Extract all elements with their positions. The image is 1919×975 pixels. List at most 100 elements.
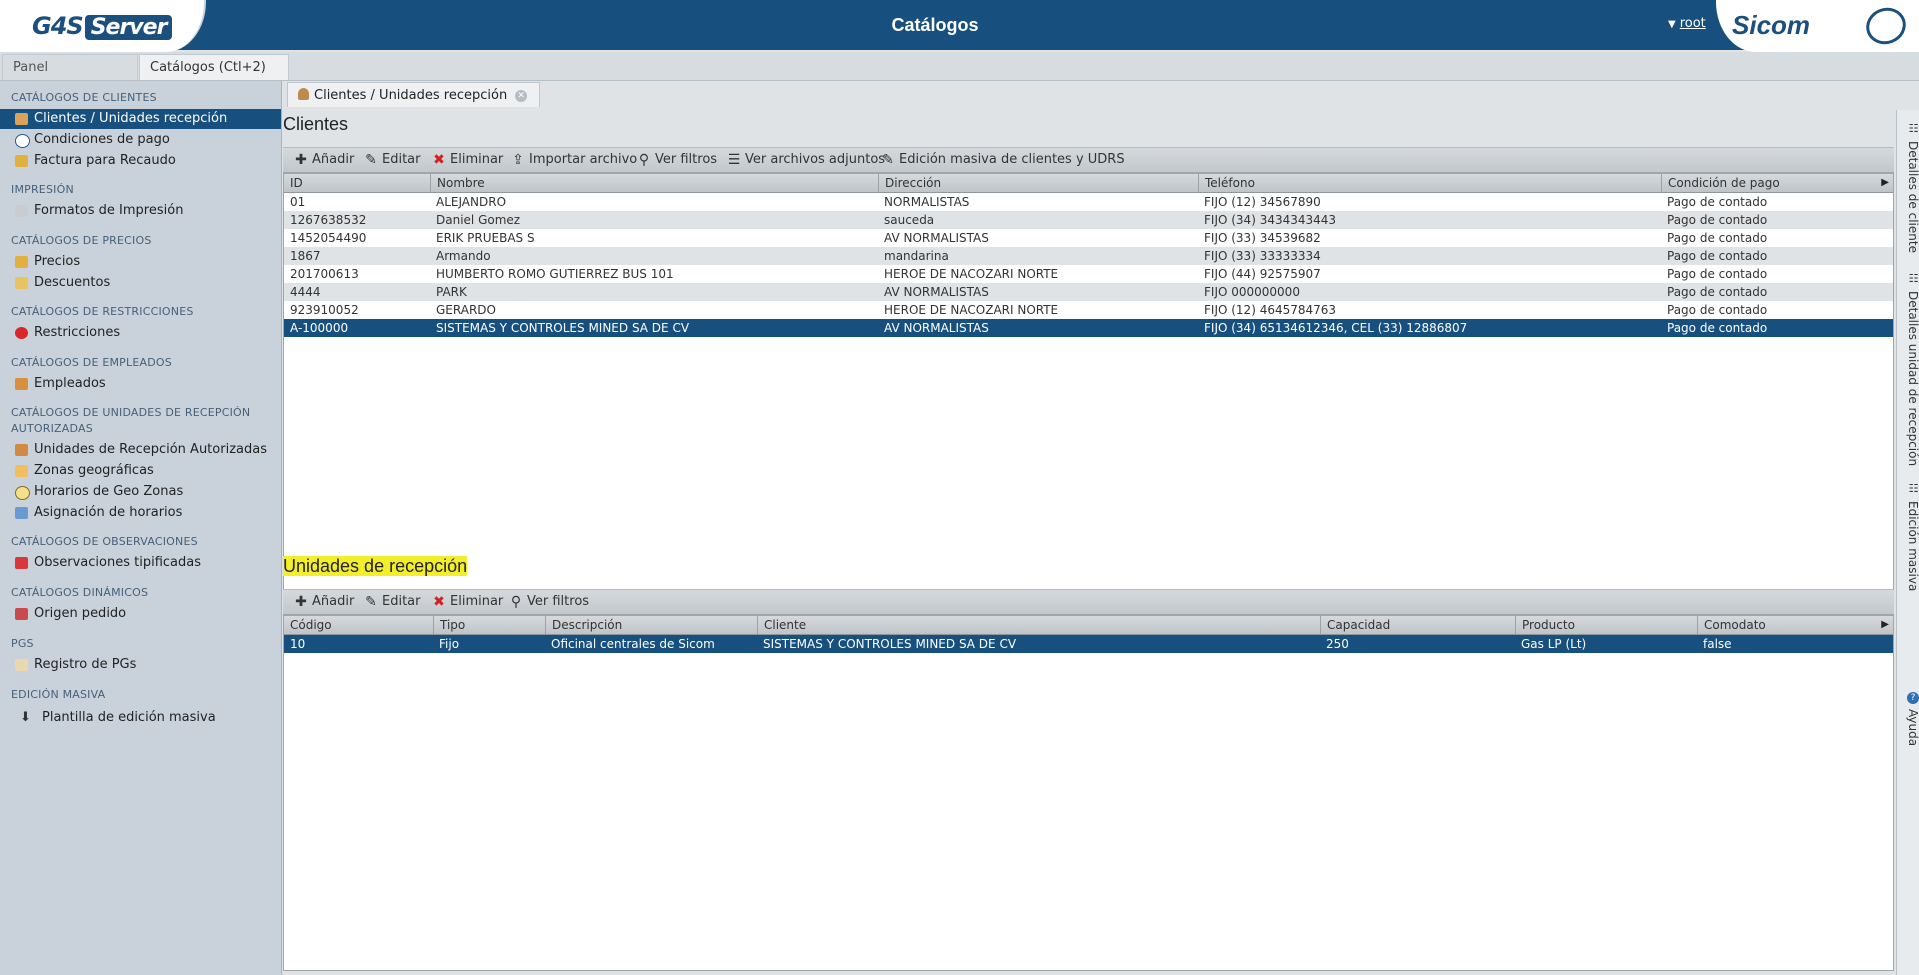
column-header-telefono[interactable]: Teléfono [1198, 174, 1661, 192]
table-cell: Pago de contado [1667, 303, 1768, 317]
table-cell: Oficinal centrales de Sicom [551, 637, 715, 651]
table-cell: Pago de contado [1667, 195, 1768, 209]
add-button[interactable]: ✚ Añadir [290, 148, 354, 172]
clientes-title: Clientes [283, 114, 349, 134]
sidebar-item-observaciones[interactable]: Observaciones tipificadas [0, 553, 281, 573]
bulk-edit-button[interactable]: ✎ Edición masiva de clientes y UDRS [877, 148, 1124, 172]
view-attachments-button[interactable]: ☰ Ver archivos adjuntos [723, 148, 885, 172]
import-file-button[interactable]: ⇪ Importar archivo [507, 148, 637, 172]
clock-icon [15, 134, 30, 148]
sidebar-item-origen-pedido[interactable]: Origen pedido [0, 604, 281, 624]
delete-button[interactable]: ✖ Eliminar [428, 148, 503, 172]
table-cell: ERIK PRUEBAS S [436, 231, 535, 245]
sidebar-item-asignacion-horarios[interactable]: Asignación de horarios [0, 503, 281, 523]
column-header-direccion[interactable]: Dirección [878, 174, 1198, 192]
tab-detalles-cliente[interactable]: ☷Detalles de cliente [1898, 122, 1919, 253]
table-row[interactable]: 10 Fijo Oficinal centrales de Sicom SISTEMA… [284, 635, 1893, 653]
help-icon: ? [1907, 692, 1919, 704]
edit-button[interactable]: ✎ Editar [360, 148, 420, 172]
table-cell: HEROE DE NACOZARI NORTE [884, 267, 1059, 281]
app-header: G4S Server Catálogos ▼ root Sicom [0, 0, 1919, 52]
table-cell: HEROE DE NACOZARI NORTE [884, 303, 1059, 317]
column-header-producto[interactable]: Producto [1515, 616, 1697, 634]
sidebar-item-clientes[interactable]: Clientes / Unidades recepción [0, 109, 281, 129]
table-cell: ALEJANDRO [436, 195, 507, 209]
price-icon [15, 256, 28, 268]
sidebar-item-empleados[interactable]: Empleados [0, 374, 281, 394]
tab-edicion-masiva[interactable]: ☷Edición masiva [1898, 482, 1919, 591]
column-header-capacidad[interactable]: Capacidad [1320, 616, 1515, 634]
view-filters-button[interactable]: ⚲ Ver filtros [633, 148, 717, 172]
sidebar-item-precios[interactable]: Precios [0, 252, 281, 272]
clientes-grid: ID Nombre Dirección Teléfono Condición d… [283, 173, 1894, 618]
column-header-nombre[interactable]: Nombre [430, 174, 878, 192]
column-header-codigo[interactable]: Código [284, 616, 433, 634]
printer-icon [15, 205, 28, 217]
restriction-icon [15, 327, 28, 339]
list-icon: ☰ [727, 152, 741, 168]
sidebar-item-condiciones-pago[interactable]: Condiciones de pago [0, 130, 281, 150]
import-icon: ⇪ [512, 152, 524, 168]
tab-ayuda[interactable]: ?Ayuda [1898, 692, 1919, 746]
sidebar-item-descuentos[interactable]: Descuentos [0, 273, 281, 293]
edit-button[interactable]: ✎ Editar [360, 590, 420, 614]
table-cell: FIJO (12) 34567890 [1204, 195, 1321, 209]
table-cell: AV NORMALISTAS [884, 231, 989, 245]
column-header-condicion-pago[interactable]: Condición de pago [1661, 174, 1893, 192]
table-row[interactable]: 923910052 GERARDO HEROE DE NACOZARI NORTE F… [284, 301, 1893, 319]
table-cell: mandarina [884, 249, 949, 263]
chevron-down-icon[interactable]: ▼ [1668, 19, 1676, 30]
sidebar-item-restricciones[interactable]: Restricciones [0, 323, 281, 343]
columns-menu-icon[interactable]: ▶ [1881, 616, 1889, 634]
sidebar-item-factura-recaudo[interactable]: Factura para Recaudo [0, 151, 281, 171]
column-header-descripcion[interactable]: Descripción [545, 616, 757, 634]
tab-panel-aplicaciones[interactable]: Panel Aplicaciones [2, 54, 138, 101]
table-cell: PARK [436, 285, 467, 299]
column-header-comodato[interactable]: Comodato [1697, 616, 1893, 634]
sidebar-section-title: CATÁLOGOS DE EMPLEADOS [11, 356, 172, 369]
table-cell: Pago de contado [1667, 213, 1768, 227]
user-menu[interactable]: ▼ root [1668, 16, 1706, 31]
table-cell: false [1703, 637, 1732, 651]
table-row[interactable]: A-100000 SISTEMAS Y CONTROLES MINED SA DE… [284, 319, 1893, 337]
user-link[interactable]: root [1680, 16, 1706, 31]
app-title: Catálogos [891, 15, 979, 35]
clock-icon [15, 486, 30, 500]
tab-catalogos[interactable]: Catálogos (Ctl+2)✕ [139, 54, 289, 100]
columns-menu-icon[interactable]: ▶ [1881, 174, 1889, 192]
close-icon[interactable]: ✕ [515, 89, 528, 102]
sidebar-item-zonas-geograficas[interactable]: Zonas geográficas [0, 461, 281, 481]
tab-detalles-unidad-recepcion[interactable]: ☷Detalles unidad de recepción [1898, 272, 1919, 466]
add-button[interactable]: ✚ Añadir [290, 590, 354, 614]
sidebar-item-plantilla-edicion[interactable]: ⬇ Plantilla de edición masiva [0, 708, 281, 728]
table-cell: 1452054490 [290, 231, 367, 245]
column-header-id[interactable]: ID [284, 174, 430, 192]
sidebar-item-formatos-impresion[interactable]: Formatos de Impresión [0, 201, 281, 221]
sidebar-item-horarios-geo-zonas[interactable]: Horarios de Geo Zonas [0, 482, 281, 502]
sidebar-item-registro-pgs[interactable]: Registro de PGs [0, 655, 281, 675]
table-row[interactable]: 4444 PARK AV NORMALISTAS FIJO 000000000 Pago… [284, 283, 1893, 301]
table-row[interactable]: 1267638532 Daniel Gomez sauceda FIJO (34) 3… [284, 211, 1893, 229]
delete-icon: ✖ [433, 594, 445, 610]
table-row[interactable]: 201700613 HUMBERTO ROMO GUTIERREZ BUS 101… [284, 265, 1893, 283]
table-row[interactable]: 1867 Armando mandarina FIJO (33) 33333334 Pa… [284, 247, 1893, 265]
clientes-grid-header: ID Nombre Dirección Teléfono Condición d… [284, 174, 1893, 193]
pencil-icon: ✎ [365, 594, 377, 610]
tab-clientes-unidades[interactable]: Clientes / Unidades recepción ✕ [287, 82, 541, 107]
reception-units-icon [15, 444, 28, 456]
table-cell: 1867 [290, 249, 321, 263]
delete-button[interactable]: ✖ Eliminar [428, 590, 503, 614]
table-row[interactable]: 01 ALEJANDRO NORMALISTAS FIJO (12) 34567890… [284, 193, 1893, 211]
table-row[interactable]: 1452054490 ERIK PRUEBAS S AV NORMALISTAS FI… [284, 229, 1893, 247]
table-cell: SISTEMAS Y CONTROLES MINED SA DE CV [763, 637, 1017, 651]
sidebar-section-title: CATÁLOGOS DE UNIDADES DE RECEPCIÓN AUTOR… [11, 406, 251, 435]
table-cell: AV NORMALISTAS [884, 321, 989, 335]
delete-icon: ✖ [433, 152, 445, 168]
view-filters-button[interactable]: ⚲ Ver filtros [505, 590, 589, 614]
column-header-tipo[interactable]: Tipo [433, 616, 545, 634]
sidebar-item-unidades-recepcion[interactable]: Unidades de Recepción Autorizadas [0, 440, 281, 460]
sub-tab-bar: Clientes / Unidades recepción ✕ [282, 81, 1899, 107]
table-cell: Armando [436, 249, 491, 263]
table-cell: 4444 [290, 285, 321, 299]
column-header-cliente[interactable]: Cliente [757, 616, 1320, 634]
